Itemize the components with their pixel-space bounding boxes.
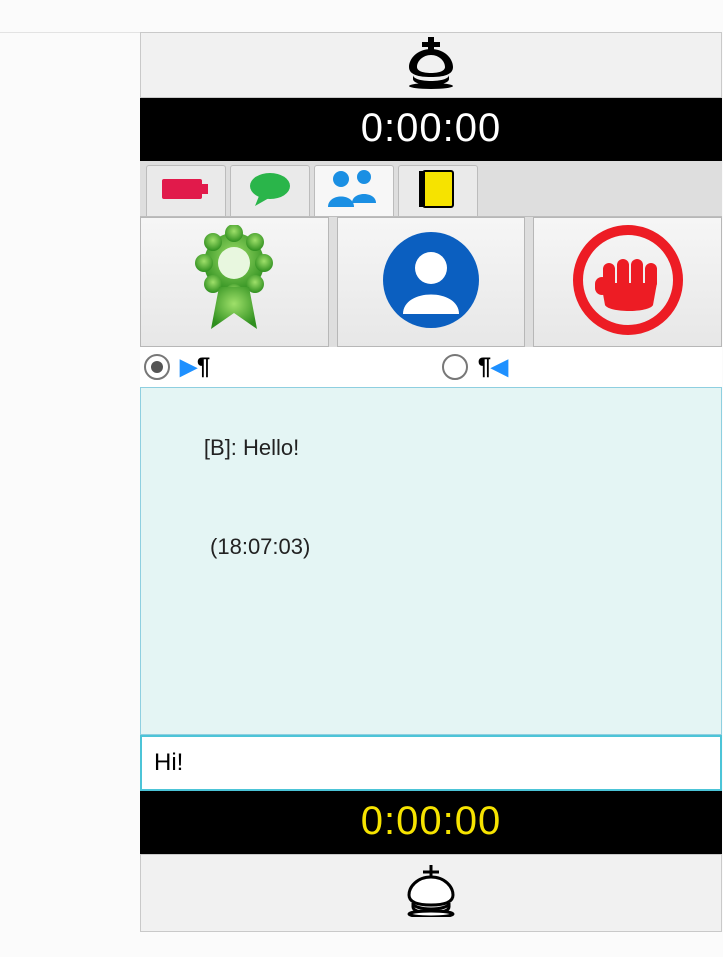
tabs-row [140, 161, 722, 217]
king-black-icon [403, 37, 459, 94]
chat-message-text: Hello! [243, 435, 299, 460]
battery-icon [162, 175, 210, 208]
award-button[interactable] [140, 217, 329, 347]
users-icon [326, 169, 382, 214]
text-direction-row: ▶¶ ¶◀ [140, 347, 722, 387]
tab-chat[interactable] [230, 165, 310, 216]
rtl-icon[interactable]: ¶◀ [478, 353, 508, 381]
own-clock: 0:00:00 [140, 791, 722, 854]
left-gutter [0, 32, 140, 33]
chat-message: [B]: Hello! [155, 398, 707, 497]
chat-input-wrap [140, 735, 722, 791]
opponent-clock: 0:00:00 [140, 98, 722, 161]
notebook-icon [419, 169, 457, 214]
rtl-radio[interactable] [442, 354, 468, 380]
tab-notebook[interactable] [398, 165, 478, 216]
side-panel: 0:00:00 [140, 32, 722, 932]
own-header [140, 854, 722, 932]
chat-time: (18:07:03) [210, 534, 310, 559]
opponent-clock-value: 0:00:00 [361, 106, 501, 150]
chat-message-prefix: [B]: [204, 435, 243, 460]
opponent-header [140, 32, 722, 98]
chat-input[interactable] [150, 739, 712, 787]
profile-circle-icon [381, 230, 481, 335]
king-white-icon [403, 865, 459, 922]
award-rosette-icon [189, 225, 279, 340]
ltr-icon[interactable]: ▶¶ [180, 353, 210, 381]
fight-button[interactable] [533, 217, 722, 347]
chat-message-time: (18:07:03) [155, 497, 707, 596]
big-buttons-row [140, 217, 722, 347]
ltr-radio[interactable] [144, 354, 170, 380]
profile-button[interactable] [337, 217, 526, 347]
tab-users[interactable] [314, 165, 394, 216]
chat-log[interactable]: [B]: Hello! (18:07:03) [140, 387, 722, 735]
tab-battery[interactable] [146, 165, 226, 216]
fist-circle-icon [573, 225, 683, 340]
speech-icon [247, 172, 293, 211]
own-clock-value: 0:00:00 [361, 799, 501, 843]
